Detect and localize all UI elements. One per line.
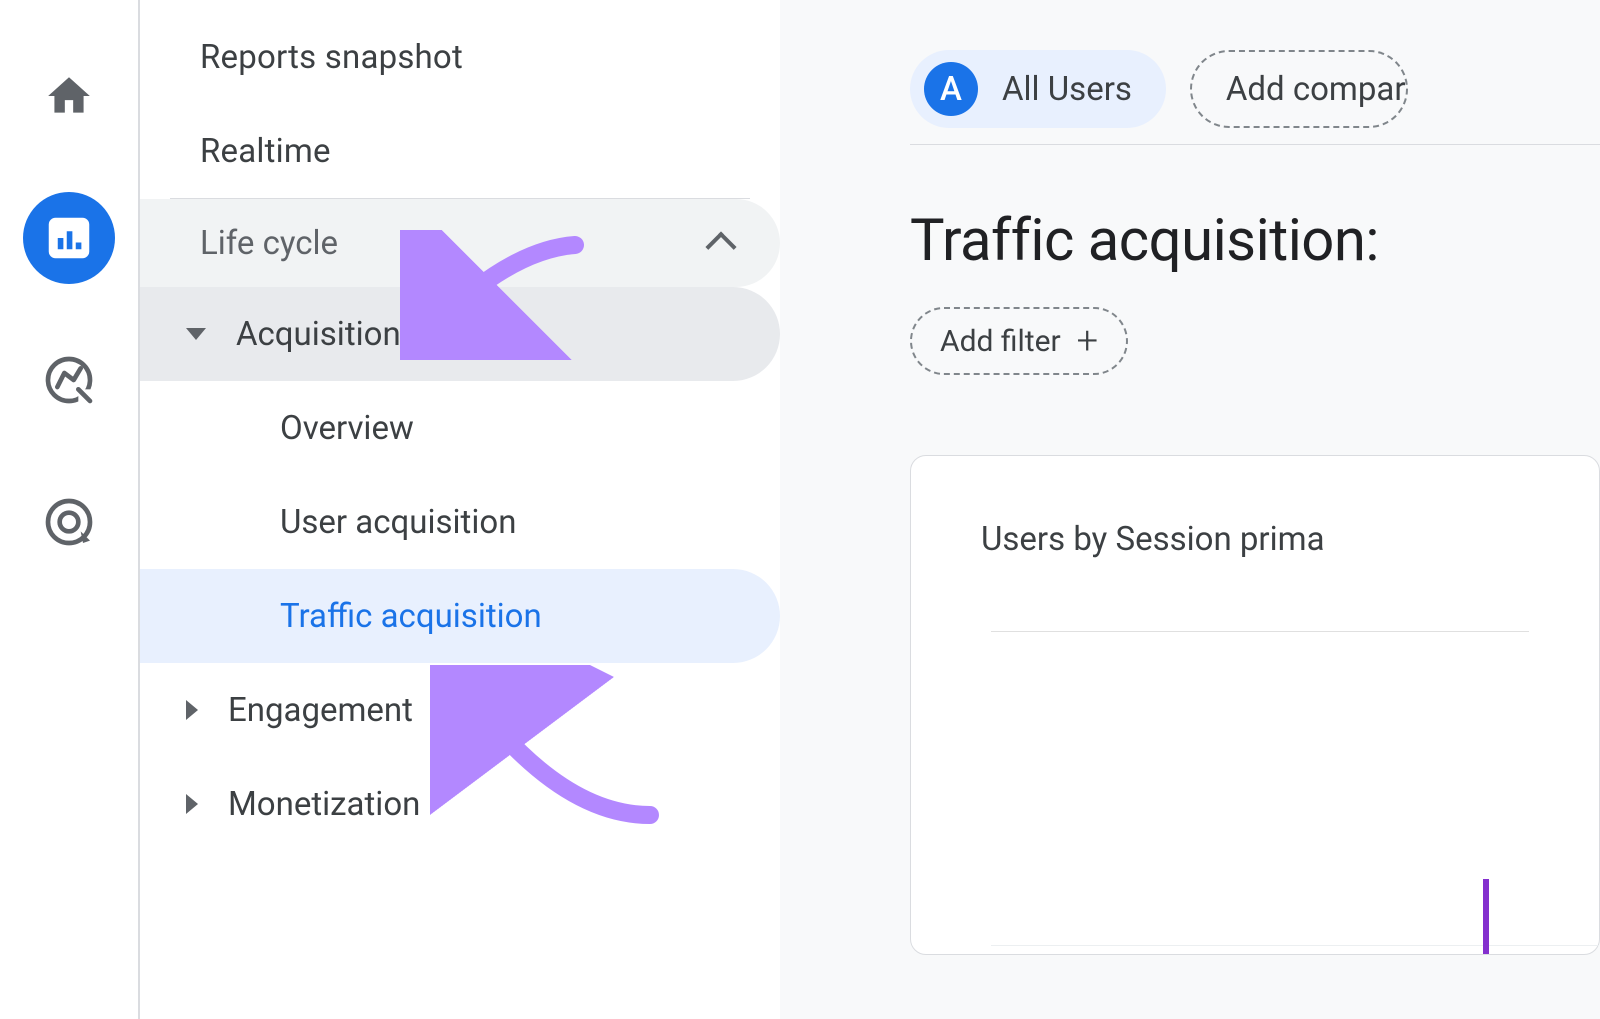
- nav-realtime[interactable]: Realtime: [140, 104, 780, 198]
- nav-label: Traffic acquisition: [280, 597, 542, 636]
- nav-reports-snapshot[interactable]: Reports snapshot: [140, 10, 780, 104]
- add-filter-label: Add filter: [940, 324, 1061, 359]
- caret-right-icon: [186, 700, 198, 720]
- page-title: Traffic acquisition:: [910, 207, 1600, 275]
- reports-icon[interactable]: [23, 192, 115, 284]
- chart-gridline: [991, 945, 1599, 946]
- nav-engagement[interactable]: Engagement: [140, 663, 780, 757]
- comparison-chips: A All Users Add compar: [910, 50, 1600, 128]
- add-filter-button[interactable]: Add filter +: [910, 307, 1128, 375]
- caret-right-icon: [186, 794, 198, 814]
- segment-badge: A: [924, 62, 978, 116]
- plus-icon: +: [1077, 322, 1098, 360]
- nav-user-acquisition[interactable]: User acquisition: [140, 475, 780, 569]
- caret-down-icon: [186, 328, 206, 340]
- advertising-icon[interactable]: [23, 476, 115, 568]
- nav-traffic-acquisition[interactable]: Traffic acquisition: [140, 569, 780, 663]
- content-area: A All Users Add compar Traffic acquisiti…: [780, 0, 1600, 1019]
- add-comparison-label: Add compar: [1226, 70, 1406, 109]
- divider: [910, 144, 1600, 145]
- chart-card: Users by Session prima: [910, 455, 1600, 955]
- home-icon[interactable]: [23, 50, 115, 142]
- chart-data-spike: [1483, 879, 1489, 954]
- nav-label: Overview: [280, 409, 414, 448]
- nav-label: Reports snapshot: [200, 38, 463, 77]
- segment-chip-all-users[interactable]: A All Users: [910, 50, 1166, 128]
- nav-rail: [0, 0, 140, 1019]
- nav-label: Engagement: [228, 691, 413, 730]
- divider: [991, 631, 1529, 632]
- nav-overview[interactable]: Overview: [140, 381, 780, 475]
- nav-monetization[interactable]: Monetization: [140, 757, 780, 851]
- chevron-up-icon: [705, 231, 736, 262]
- nav-label: Monetization: [228, 785, 420, 824]
- reports-nav: Reports snapshot Realtime Life cycle Acq…: [140, 0, 780, 1019]
- segment-label: All Users: [1002, 70, 1132, 109]
- nav-acquisition[interactable]: Acquisition: [140, 287, 780, 381]
- nav-label: User acquisition: [280, 503, 516, 542]
- nav-label: Life cycle: [200, 224, 338, 263]
- nav-label: Acquisition: [236, 315, 401, 354]
- nav-section-life-cycle[interactable]: Life cycle: [140, 199, 780, 287]
- nav-label: Realtime: [200, 132, 331, 171]
- explore-icon[interactable]: [23, 334, 115, 426]
- chart-title: Users by Session prima: [981, 520, 1529, 559]
- add-comparison-chip[interactable]: Add compar: [1190, 50, 1408, 128]
